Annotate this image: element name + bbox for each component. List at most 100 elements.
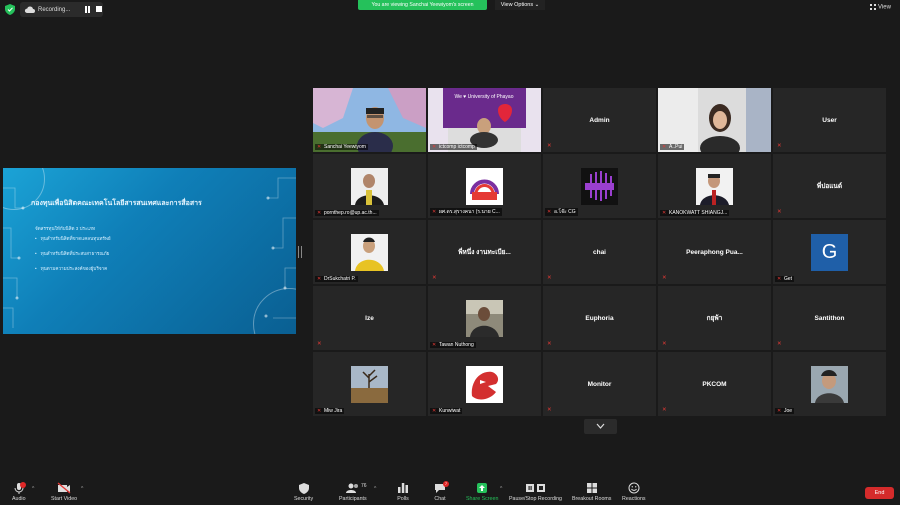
reactions-label: Reactions	[622, 496, 646, 502]
participant-tile[interactable]: Monitor ✕	[543, 352, 656, 416]
participants-count: 76	[361, 483, 367, 489]
pause-stop-icon	[525, 484, 545, 492]
profile-photo	[466, 366, 503, 403]
mic-muted-icon: ✕	[432, 208, 437, 215]
participant-tile[interactable]: User ✕	[773, 88, 886, 152]
mic-muted-icon: ✕	[432, 408, 437, 414]
participant-tile[interactable]: กยุพ้า ✕	[658, 286, 771, 350]
pause-recording-icon[interactable]	[85, 6, 91, 13]
mic-muted-icon: ✕	[432, 342, 437, 348]
polls-label: Polls	[397, 496, 409, 502]
participant-video	[658, 88, 771, 152]
participant-video: We ♥ University of Phayao	[428, 88, 541, 152]
profile-photo	[351, 366, 388, 403]
participant-name: ✕ Joe	[775, 408, 795, 414]
participant-tile[interactable]: PKCOM ✕	[658, 352, 771, 416]
view-button[interactable]: View	[870, 4, 891, 11]
participant-tile[interactable]: Ize ✕	[313, 286, 426, 350]
participant-display-name: Admin	[589, 116, 610, 124]
mic-muted-icon: ✕	[317, 144, 322, 150]
slide-bullet: ทุนตามความประสงค์ของผู้บริจาค	[35, 266, 111, 273]
video-options-caret[interactable]: ^	[81, 486, 83, 492]
grid-icon	[870, 4, 876, 10]
share-screen-button[interactable]: Share Screen	[466, 482, 498, 502]
participant-display-name: Ize	[365, 314, 374, 322]
profile-photo	[351, 168, 388, 205]
participant-name: ✕ ผศ.ดร.สุรางคนา (ร.นาย C...	[430, 208, 502, 216]
participant-name: ✕ Sanchai Yeewiyom	[315, 144, 368, 150]
participant-display-name: Euphoria	[585, 314, 614, 322]
participant-tile[interactable]: ✕ Sanchai Yeewiyom	[313, 88, 426, 152]
participant-tile[interactable]: ✕ Joe	[773, 352, 886, 416]
stop-recording-icon[interactable]	[96, 6, 102, 12]
polls-button[interactable]: Polls	[397, 482, 409, 502]
end-meeting-button[interactable]: End	[865, 487, 894, 499]
participant-name: ✕ ictcomp ictcomp	[430, 144, 477, 150]
participant-tile[interactable]: ✕ อ.โจ๊ะ CG	[543, 154, 656, 218]
shield-security-icon	[298, 483, 309, 494]
cloud-icon	[24, 6, 35, 13]
reactions-button[interactable]: Reactions	[622, 482, 646, 502]
profile-photo	[351, 234, 388, 271]
start-video-label: Start Video	[51, 496, 78, 502]
participants-options-caret[interactable]: ^	[374, 486, 376, 492]
participant-tile[interactable]: ✕ pornthep.ro@up.ac.th...	[313, 154, 426, 218]
profile-photo	[466, 300, 503, 337]
participant-tile[interactable]: พี่หนึ่ง งานทะเบีย... ✕	[428, 220, 541, 284]
participant-tile[interactable]: Euphoria ✕	[543, 286, 656, 350]
breakout-rooms-button[interactable]: Breakout Rooms	[572, 482, 611, 502]
audio-options-caret[interactable]: ^	[32, 486, 34, 492]
shield-icon[interactable]	[5, 4, 15, 15]
participant-tile[interactable]: ✕ Kunwiwat	[428, 352, 541, 416]
participant-tile[interactable]: ✕ ผศ.ดร.สุรางคนา (ร.นาย C...	[428, 154, 541, 218]
mic-muted-icon: ✕	[317, 341, 322, 347]
mic-muted-icon: ✕	[662, 407, 667, 413]
security-button[interactable]: Security	[294, 482, 313, 502]
participant-display-name: Monitor	[587, 380, 612, 388]
profile-photo	[696, 168, 733, 205]
participant-tile[interactable]: ✕ Tawan Nuthong	[428, 286, 541, 350]
meeting-toolbar: Audio ^ Start Video ^ Security Participa…	[0, 480, 900, 505]
mic-muted-icon: ✕	[662, 144, 667, 150]
viewing-banner: You are viewing Sanchai Yeewiyom's scree…	[358, 0, 487, 10]
participant-name: ✕ A..Pui	[660, 144, 685, 150]
participant-name: ✕ Miw Jira	[315, 408, 345, 414]
chevron-down-icon	[596, 423, 605, 429]
participant-tile[interactable]: We ♥ University of Phayao ✕ ictcomp ictco…	[428, 88, 541, 152]
participants-icon	[345, 483, 358, 493]
participant-name: ✕ Get	[775, 276, 795, 282]
participant-tile[interactable]: chai ✕	[543, 220, 656, 284]
participant-tile[interactable]: พี่ปอแนด์ ✕	[773, 154, 886, 218]
slide-subtitle: จัดสรรทุนให้กับนิสิต 3 ประเภท	[35, 226, 96, 231]
participant-tile[interactable]: ✕ Miw Jira	[313, 352, 426, 416]
participant-tile[interactable]: Peeraphong Pua... ✕	[658, 220, 771, 284]
view-options-button[interactable]: View Options ⌄	[495, 0, 545, 10]
mic-muted-icon: ✕	[777, 276, 782, 282]
start-video-button[interactable]: Start Video	[51, 482, 77, 502]
share-screen-icon	[477, 483, 488, 493]
participant-tile[interactable]: ✕ KANOKWATT SHIANGJ...	[658, 154, 771, 218]
mic-muted-icon: ✕	[777, 143, 782, 149]
participant-name: ✕ DrSukchatri P.	[315, 276, 358, 282]
profile-photo	[811, 366, 848, 403]
participant-display-name: PKCOM	[702, 380, 727, 388]
next-page-button[interactable]	[584, 419, 617, 434]
participant-name: ✕ Kunwiwat	[430, 408, 463, 414]
audio-label: Audio	[12, 496, 26, 502]
participant-tile[interactable]: Santithon ✕	[773, 286, 886, 350]
mic-muted-icon: ✕	[432, 144, 437, 150]
polls-icon	[398, 483, 408, 493]
participant-tile[interactable]: Admin ✕	[543, 88, 656, 152]
participant-name: ✕ อ.โจ๊ะ CG	[545, 208, 578, 216]
pause-stop-recording-button[interactable]: Pause/Stop Recording	[509, 482, 562, 502]
participant-name: ✕ pornthep.ro@up.ac.th...	[315, 210, 379, 216]
participant-display-name: chai	[592, 248, 606, 256]
mic-muted-icon: ✕	[777, 408, 782, 414]
participant-tile[interactable]: ✕ DrSukchatri P.	[313, 220, 426, 284]
participant-tile[interactable]: ✕ A..Pui	[658, 88, 771, 152]
participant-tile[interactable]: G ✕ Get	[773, 220, 886, 284]
split-handle[interactable]	[298, 246, 302, 258]
participant-name: ✕ KANOKWATT SHIANGJ...	[660, 210, 730, 216]
share-options-caret[interactable]: ^	[500, 486, 502, 492]
mic-muted-icon: ✕	[662, 210, 667, 216]
